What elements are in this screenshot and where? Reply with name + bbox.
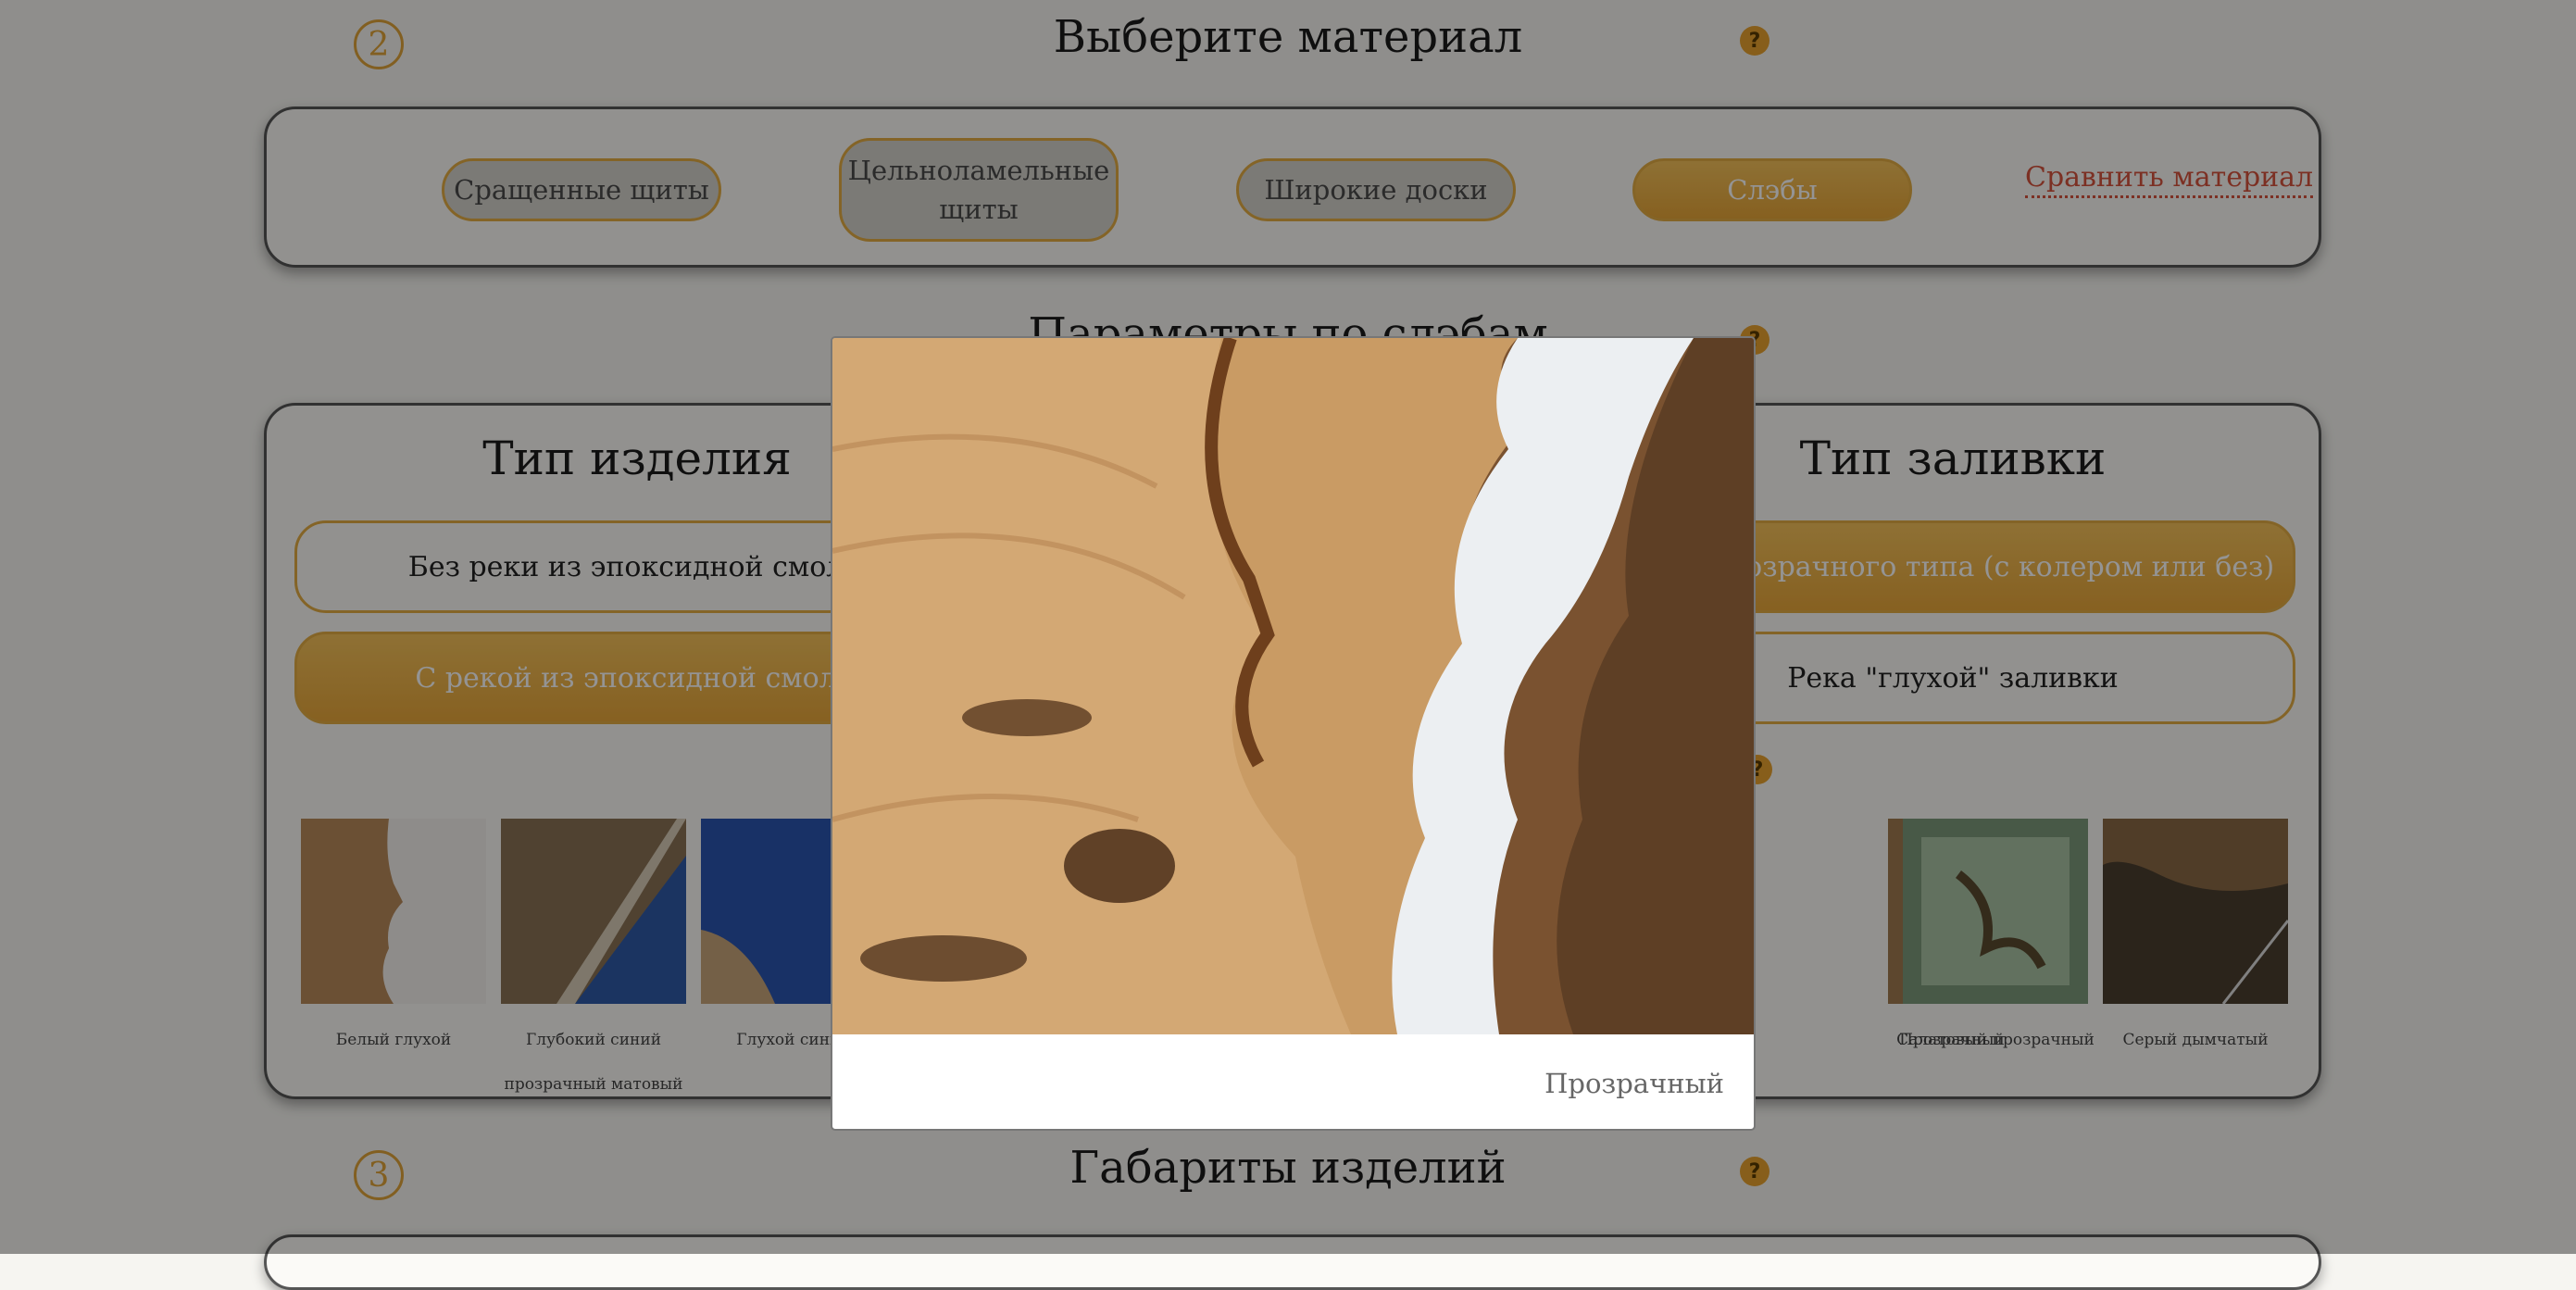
modal-caption: Прозрачный: [1544, 1068, 1724, 1099]
modal-image: [832, 338, 1754, 1034]
image-modal: Прозрачный: [831, 336, 1756, 1131]
